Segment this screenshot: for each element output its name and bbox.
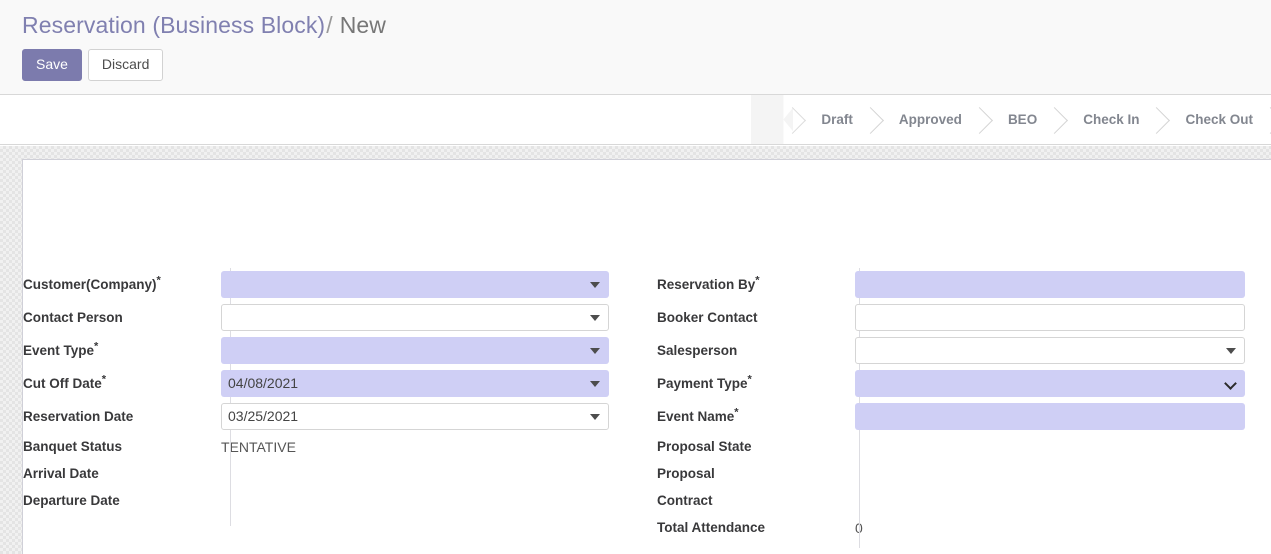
field-row-reservation-date: Reservation Date 03/25/2021 [23,400,643,433]
label-proposal-state: Proposal State [657,439,752,454]
label-booker-contact: Booker Contact [657,310,758,325]
event-type-dropdown[interactable] [221,337,609,364]
label-customer-company: Customer(Company)* [23,268,221,301]
triangle-down-icon[interactable] [590,413,600,420]
required-marker: * [747,373,752,386]
statusbar-container: Draft Approved BEO Check In Check Out [0,95,1271,145]
chevron-down-icon[interactable] [1224,376,1237,390]
required-marker: * [734,406,739,419]
save-button[interactable]: Save [22,49,82,81]
label-event-name-text: Event Name [657,409,735,424]
required-marker: * [101,373,107,386]
field-row-contract: Contract [657,487,1271,514]
triangle-down-icon[interactable] [590,380,600,387]
app-window: Reservation (Business Block)/New Save Dis… [0,0,1271,554]
field-row-event-type: Event Type* [23,334,643,367]
field-row-payment-type: Payment Type* [657,367,1271,400]
field-row-reservation-by: Reservation By* [657,268,1271,301]
field-row-proposal: Proposal [657,460,1271,487]
control-panel: Reservation (Business Block)/New Save Dis… [0,0,1271,95]
label-event-name: Event Name* [657,400,855,433]
discard-button[interactable]: Discard [87,49,164,81]
contact-person-dropdown[interactable] [221,304,609,331]
reservation-by-input[interactable] [855,271,1245,298]
event-name-input[interactable] [855,403,1245,430]
proposal-state-value [855,437,1271,457]
triangle-down-icon[interactable] [1226,347,1236,354]
salesperson-dropdown[interactable] [855,337,1245,364]
label-arrival-date: Arrival Date [23,466,99,481]
contract-value [855,491,1271,511]
required-marker: * [156,274,161,287]
payment-type-select[interactable] [855,370,1245,397]
label-salesperson: Salesperson [657,343,738,358]
form-sheet: Customer(Company)* Contact Person Event … [22,159,1271,554]
statusbar-stage-check-out[interactable]: Check Out [1157,95,1271,144]
action-button-row: Save Discard [22,49,164,81]
field-row-booker-contact: Booker Contact [657,301,1271,334]
label-customer-company-text: Customer(Company) [23,277,157,292]
label-cut-off-date-text: Cut Off Date [23,376,102,391]
triangle-down-icon[interactable] [590,347,600,354]
field-row-cut-off-date: Cut Off Date* 04/08/2021 [23,367,643,400]
breadcrumb-current: New [339,12,387,38]
banquet-status-value: TENTATIVE [221,438,296,455]
label-contact-person: Contact Person [23,310,123,325]
booker-contact-input[interactable] [855,304,1245,331]
statusbar-lead-segment [751,95,794,144]
field-row-salesperson: Salesperson [657,334,1271,367]
required-marker: * [755,274,760,287]
field-row-arrival-date: Arrival Date [23,460,643,487]
field-row-proposal-state: Proposal State [657,433,1271,460]
label-reservation-date: Reservation Date [23,409,134,424]
form-group-right: Reservation By* Booker Contact Salespers… [657,268,1271,548]
field-row-event-name: Event Name* [657,400,1271,433]
departure-date-value [221,491,643,511]
cut-off-date-input[interactable]: 04/08/2021 [221,370,609,397]
left-field-table: Customer(Company)* Contact Person Event … [23,268,643,514]
breadcrumb: Reservation (Business Block)/New [22,11,386,39]
required-marker: * [94,340,99,353]
label-payment-type-text: Payment Type [657,376,748,391]
cut-off-date-value: 04/08/2021 [228,375,299,391]
label-cut-off-date: Cut Off Date* [23,367,221,400]
label-payment-type: Payment Type* [657,367,855,400]
statusbar-stage-check-in[interactable]: Check In [1055,95,1158,144]
label-reservation-by: Reservation By* [657,268,855,301]
field-row-customer-company: Customer(Company)* [23,268,643,301]
field-row-banquet-status: Banquet Status TENTATIVE [23,433,643,460]
label-event-type: Event Type* [23,334,221,367]
label-event-type-text: Event Type [23,343,95,358]
customer-company-dropdown[interactable] [221,271,609,298]
triangle-down-icon[interactable] [590,314,600,321]
label-total-attendance: Total Attendance [657,520,766,535]
reservation-date-value: 03/25/2021 [228,408,299,424]
breadcrumb-parent-link[interactable]: Reservation (Business Block) [22,12,325,38]
label-reservation-by-text: Reservation By [657,277,756,292]
field-row-departure-date: Departure Date [23,487,643,514]
reservation-date-input[interactable]: 03/25/2021 [221,403,609,430]
label-banquet-status: Banquet Status [23,439,123,454]
proposal-value [855,464,1271,484]
label-proposal: Proposal [657,466,715,481]
right-field-table: Reservation By* Booker Contact Salespers… [657,268,1271,541]
label-departure-date: Departure Date [23,493,120,508]
breadcrumb-separator: / [326,12,333,38]
label-contract: Contract [657,493,713,508]
arrival-date-value [221,464,643,484]
statusbar-stage-approved[interactable]: Approved [870,95,980,144]
statusbar: Draft Approved BEO Check In Check Out [751,95,1271,144]
triangle-down-icon[interactable] [590,281,600,288]
form-group-left: Customer(Company)* Contact Person Event … [23,268,643,526]
field-row-total-attendance: Total Attendance 0 [657,514,1271,541]
field-row-contact-person: Contact Person [23,301,643,334]
